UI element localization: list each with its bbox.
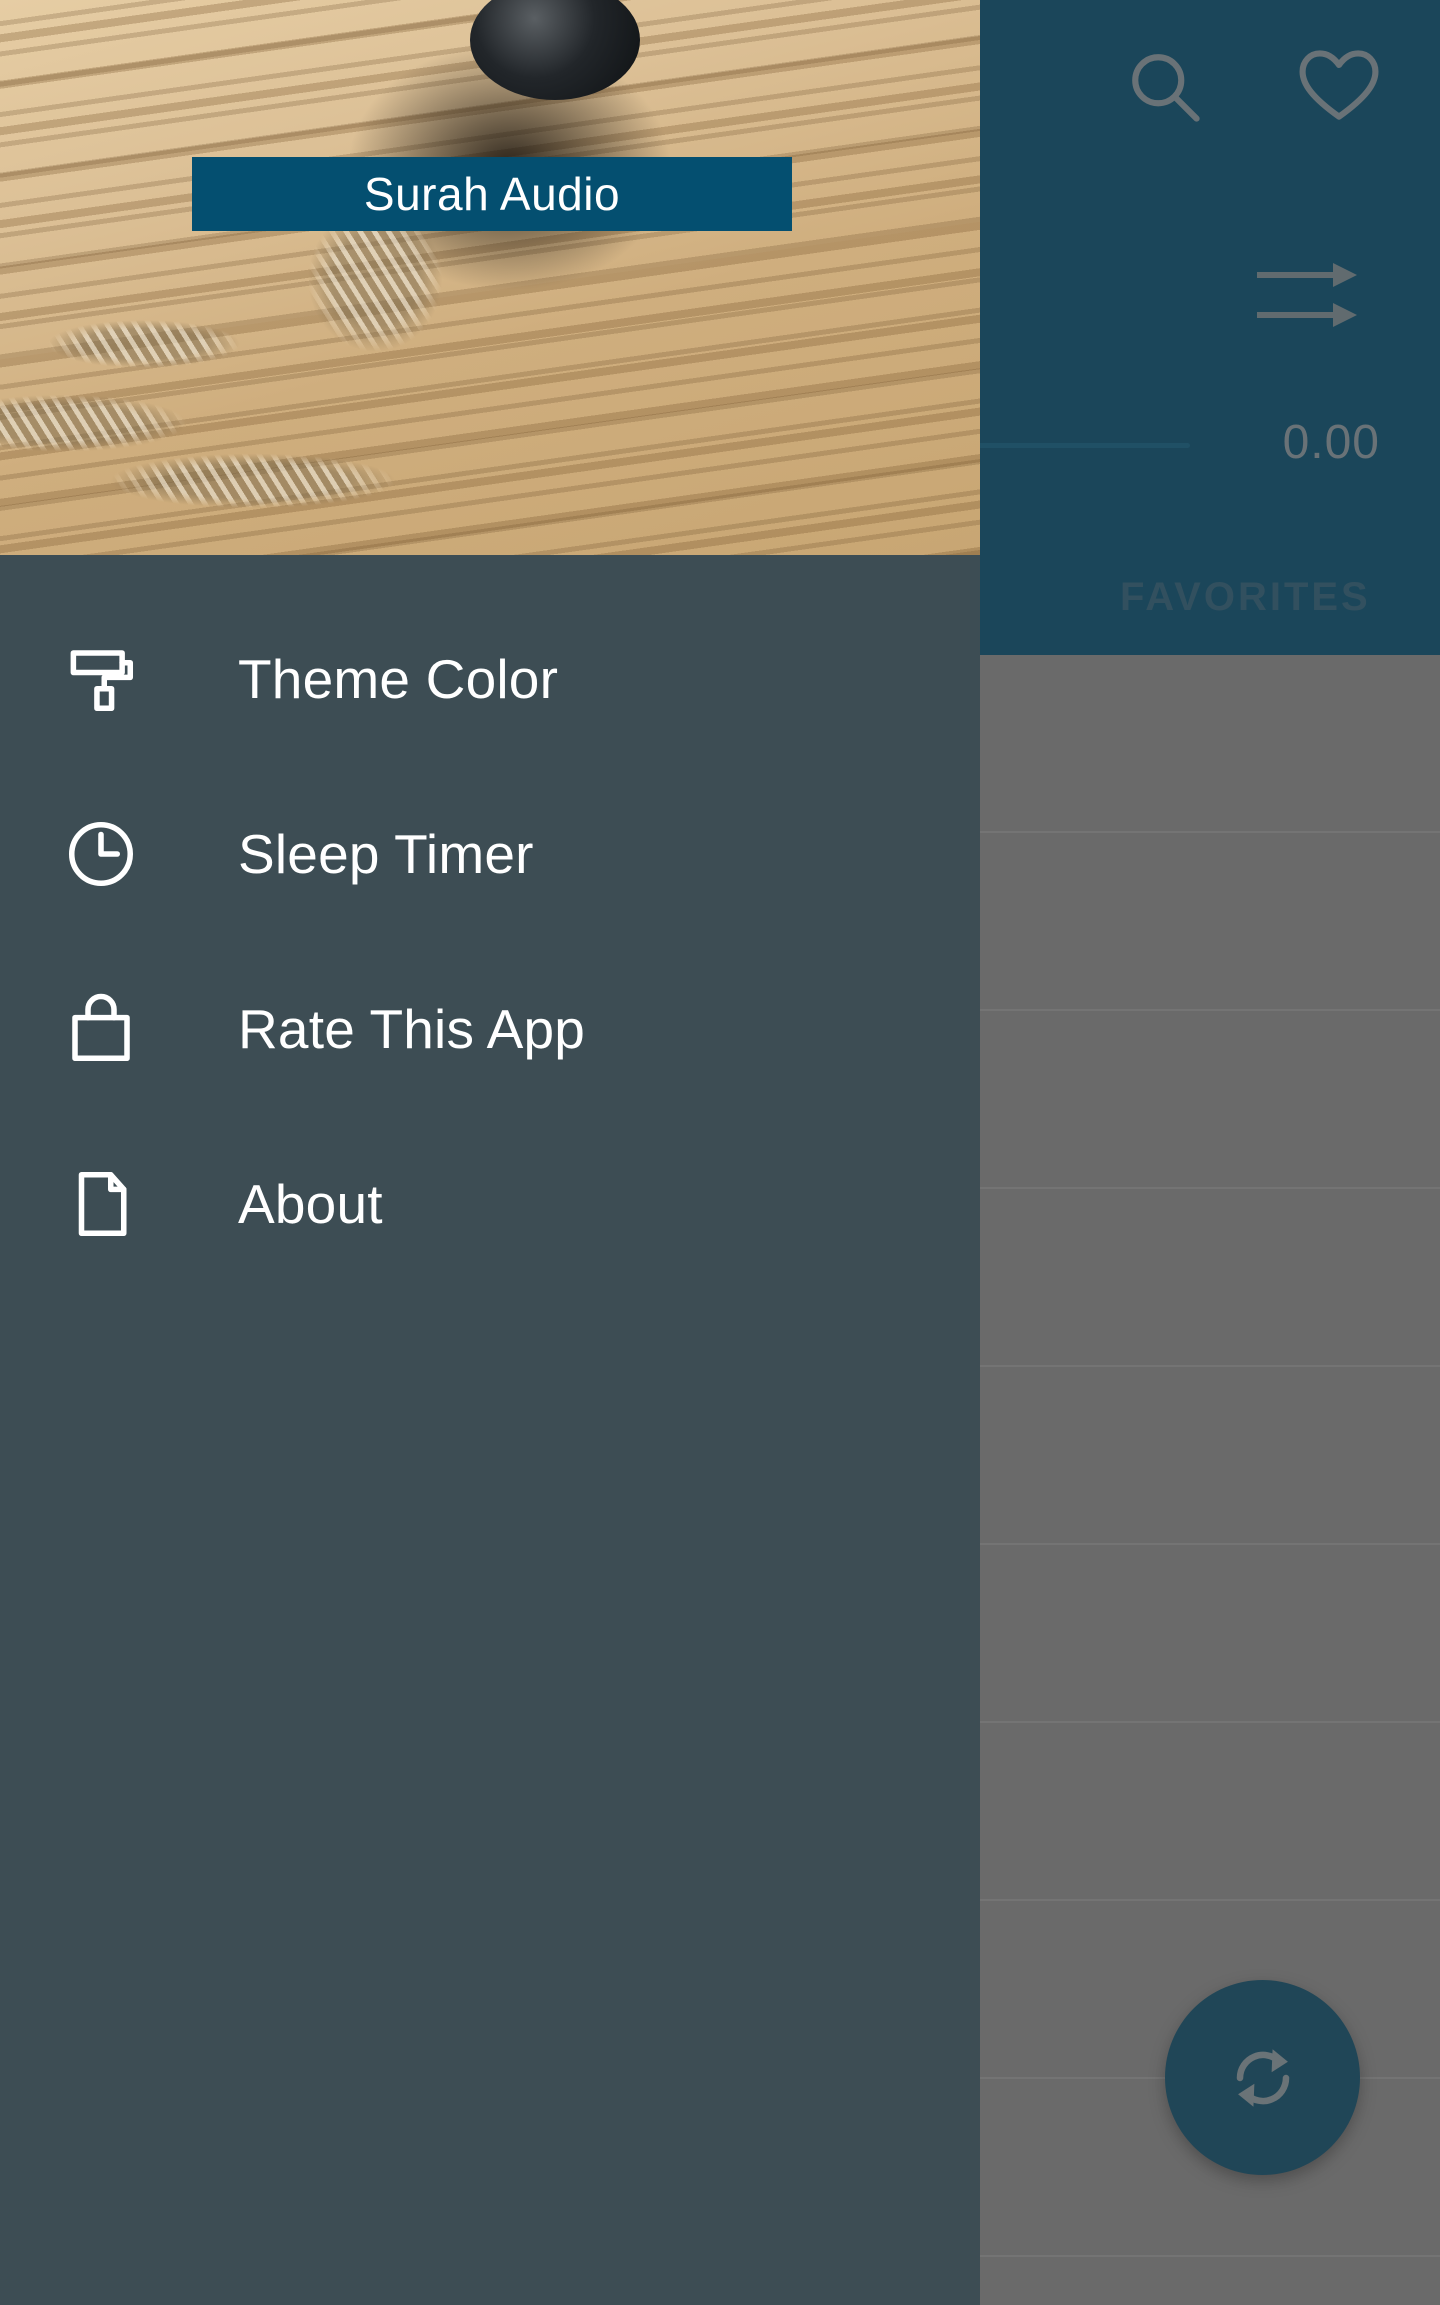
- player-time-label: 0.00: [1282, 416, 1380, 469]
- paint-roller-icon: [62, 640, 140, 718]
- tab-favorites[interactable]: FAVORITES: [1120, 575, 1371, 620]
- drawer-menu: Theme Color Sleep Timer Rate This App Ab…: [0, 555, 980, 1291]
- navigation-drawer: Surah Audio Theme Color Sleep Timer Rate…: [0, 0, 980, 2305]
- toolbar-actions: [1020, 0, 1440, 200]
- drawer-item-label: Rate This App: [238, 997, 586, 1060]
- drawer-item-theme-color[interactable]: Theme Color: [0, 591, 980, 766]
- shopping-bag-icon: [62, 990, 140, 1068]
- drawer-item-about[interactable]: About: [0, 1116, 980, 1291]
- heart-icon[interactable]: [1293, 40, 1385, 132]
- search-icon[interactable]: [1118, 40, 1210, 132]
- drawer-item-sleep-timer[interactable]: Sleep Timer: [0, 766, 980, 941]
- drawer-item-label: Sleep Timer: [238, 822, 534, 885]
- drawer-header: Surah Audio: [0, 0, 980, 555]
- repeat-fab-button[interactable]: [1165, 1980, 1360, 2175]
- document-icon: [62, 1165, 140, 1243]
- drawer-item-label: Theme Color: [238, 647, 559, 710]
- drawer-header-title: Surah Audio: [363, 168, 621, 220]
- repeat-refresh-icon: [1236, 2048, 1289, 2107]
- drawer-header-banner: Surah Audio: [192, 157, 792, 231]
- app-screen: 0.00 ST FAVORITES: [0, 0, 1440, 2305]
- double-arrow-forward-icon[interactable]: [1245, 245, 1365, 345]
- drawer-item-rate-this-app[interactable]: Rate This App: [0, 941, 980, 1116]
- chain-decoration: [0, 200, 620, 555]
- drawer-item-label: About: [238, 1172, 383, 1235]
- clock-icon: [62, 815, 140, 893]
